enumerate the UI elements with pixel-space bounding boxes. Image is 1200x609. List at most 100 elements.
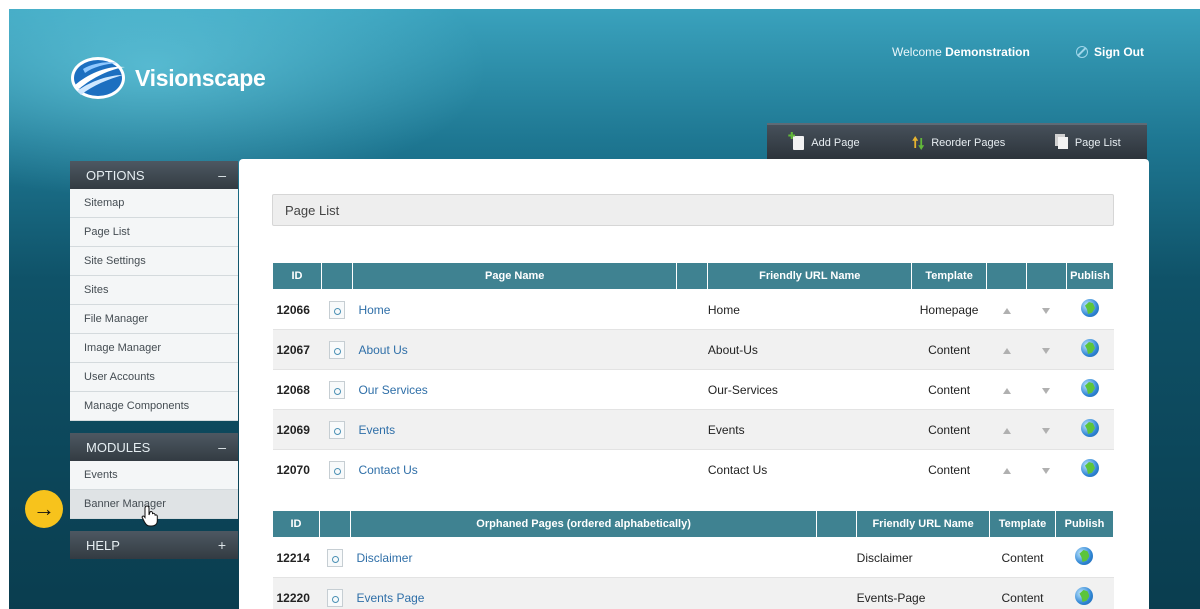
move-down-icon[interactable]: [1042, 387, 1051, 394]
table-row: 12214 Disclaimer Disclaimer Content: [272, 537, 1114, 578]
modules-title: MODULES: [86, 439, 151, 455]
template-name: Content: [911, 449, 987, 489]
collapse-icon[interactable]: –: [218, 439, 226, 455]
col-header-id[interactable]: ID: [272, 510, 320, 538]
page-id: 12070: [272, 449, 322, 489]
move-up-icon[interactable]: [1002, 427, 1011, 434]
publish-globe-icon[interactable]: [1080, 299, 1099, 317]
move-up-icon[interactable]: [1002, 347, 1011, 354]
page-name-link[interactable]: Events: [352, 409, 677, 450]
template-name: Homepage: [911, 289, 987, 330]
preview-icon[interactable]: [326, 588, 343, 607]
publish-globe-icon[interactable]: [1080, 459, 1099, 477]
preview-icon[interactable]: [328, 420, 345, 439]
table-header-row: ID Orphaned Pages (ordered alphabeticall…: [272, 510, 1115, 538]
sidebar-item-manage-components[interactable]: Manage Components: [70, 392, 238, 421]
col-header-template[interactable]: Template: [911, 262, 988, 290]
sidebar-item-user-accounts[interactable]: User Accounts: [70, 363, 238, 392]
sidebar-item-page-list[interactable]: Page List: [70, 218, 238, 247]
sidebar-item-sites[interactable]: Sites: [70, 276, 238, 305]
move-up-icon[interactable]: [1002, 307, 1011, 314]
col-header-publish[interactable]: Publish: [1065, 262, 1115, 290]
user-name: Demonstration: [945, 45, 1030, 59]
preview-icon[interactable]: [328, 380, 345, 399]
page-id: 12214: [272, 537, 320, 578]
logo[interactable]: Visionscape: [69, 55, 266, 101]
friendly-url: Our-Services: [707, 369, 912, 410]
page-name-link[interactable]: Disclaimer: [350, 537, 817, 578]
add-page-button[interactable]: Add Page: [793, 136, 860, 150]
col-header-template[interactable]: Template: [989, 510, 1056, 538]
col-header-friendly-url[interactable]: Friendly URL Name: [707, 262, 913, 290]
table-row: 12069 Events Events Content: [272, 409, 1114, 450]
sign-out-link[interactable]: Sign Out: [1076, 45, 1144, 59]
reorder-pages-button[interactable]: Reorder Pages: [912, 136, 1005, 150]
preview-icon[interactable]: [326, 548, 343, 567]
friendly-url: About-Us: [707, 329, 912, 370]
move-down-icon[interactable]: [1042, 307, 1051, 314]
app-window: Visionscape Welcome Demonstration Sign O…: [9, 9, 1200, 609]
page-id: 12067: [272, 329, 322, 370]
col-header-orphaned-pages[interactable]: Orphaned Pages (ordered alphabetically): [349, 510, 818, 538]
callout-arrow-icon: →: [25, 490, 63, 528]
preview-icon[interactable]: [328, 460, 345, 479]
options-section-header[interactable]: OPTIONS –: [70, 161, 238, 189]
table-row: 12066 Home Home Homepage: [272, 289, 1114, 330]
page-list-label: Page List: [1074, 137, 1121, 149]
sidebar-item-sitemap[interactable]: Sitemap: [70, 189, 238, 218]
sidebar-item-file-manager[interactable]: File Manager: [70, 305, 238, 334]
table-row: 12220 Events Page Events-Page Content: [272, 577, 1114, 609]
sign-out-label: Sign Out: [1094, 45, 1144, 59]
page-name-link[interactable]: Events Page: [350, 577, 817, 609]
page-id: 12069: [272, 409, 322, 450]
welcome-text: Welcome Demonstration: [892, 45, 1030, 59]
modules-section-header[interactable]: MODULES –: [70, 433, 238, 461]
col-header-friendly-url[interactable]: Friendly URL Name: [856, 510, 991, 538]
sidebar-item-image-manager[interactable]: Image Manager: [70, 334, 238, 363]
move-down-icon[interactable]: [1042, 347, 1051, 354]
table-row: 12070 Contact Us Contact Us Content: [272, 449, 1114, 489]
sidebar: OPTIONS – Sitemap Page List Site Setting…: [70, 161, 238, 559]
help-section-header[interactable]: HELP +: [70, 531, 238, 559]
collapse-icon[interactable]: –: [218, 167, 226, 183]
page-list-button[interactable]: Page List: [1057, 137, 1121, 149]
page-name-link[interactable]: Our Services: [352, 369, 677, 410]
publish-globe-icon[interactable]: [1080, 339, 1099, 357]
preview-icon[interactable]: [328, 340, 345, 359]
move-down-icon[interactable]: [1042, 467, 1051, 474]
publish-globe-icon[interactable]: [1075, 547, 1094, 565]
page-id: 12066: [272, 289, 322, 330]
page-name-link[interactable]: About Us: [352, 329, 677, 370]
pages-table: ID Page Name Friendly URL Name Template …: [272, 262, 1115, 489]
friendly-url: Events: [707, 409, 912, 450]
expand-icon[interactable]: +: [218, 537, 226, 553]
sign-out-icon: [1076, 46, 1088, 58]
publish-globe-icon[interactable]: [1075, 587, 1094, 605]
table-header-row: ID Page Name Friendly URL Name Template …: [272, 262, 1115, 290]
pages-icon: [1057, 137, 1068, 149]
move-up-icon[interactable]: [1002, 467, 1011, 474]
col-header-page-name[interactable]: Page Name: [351, 262, 678, 290]
publish-globe-icon[interactable]: [1080, 419, 1099, 437]
friendly-url: Events-Page: [856, 577, 990, 609]
friendly-url: Home: [707, 289, 912, 330]
preview-icon[interactable]: [328, 300, 345, 319]
friendly-url: Disclaimer: [856, 537, 990, 578]
move-down-icon[interactable]: [1042, 427, 1051, 434]
template-name: Content: [911, 369, 987, 410]
page-id: 12220: [272, 577, 320, 609]
page-name-link[interactable]: Contact Us: [352, 449, 677, 489]
sidebar-item-site-settings[interactable]: Site Settings: [70, 247, 238, 276]
brand-name: Visionscape: [135, 64, 266, 91]
col-header-id[interactable]: ID: [272, 262, 322, 290]
col-header-publish[interactable]: Publish: [1054, 510, 1115, 538]
help-title: HELP: [86, 537, 120, 553]
table-row: 12068 Our Services Our-Services Content: [272, 369, 1114, 410]
page-name-link[interactable]: Home: [352, 289, 677, 330]
options-title: OPTIONS: [86, 167, 145, 183]
add-page-label: Add Page: [811, 137, 860, 149]
add-page-icon: [793, 136, 805, 150]
move-up-icon[interactable]: [1002, 387, 1011, 394]
sidebar-item-events[interactable]: Events: [70, 461, 238, 490]
publish-globe-icon[interactable]: [1080, 379, 1099, 397]
